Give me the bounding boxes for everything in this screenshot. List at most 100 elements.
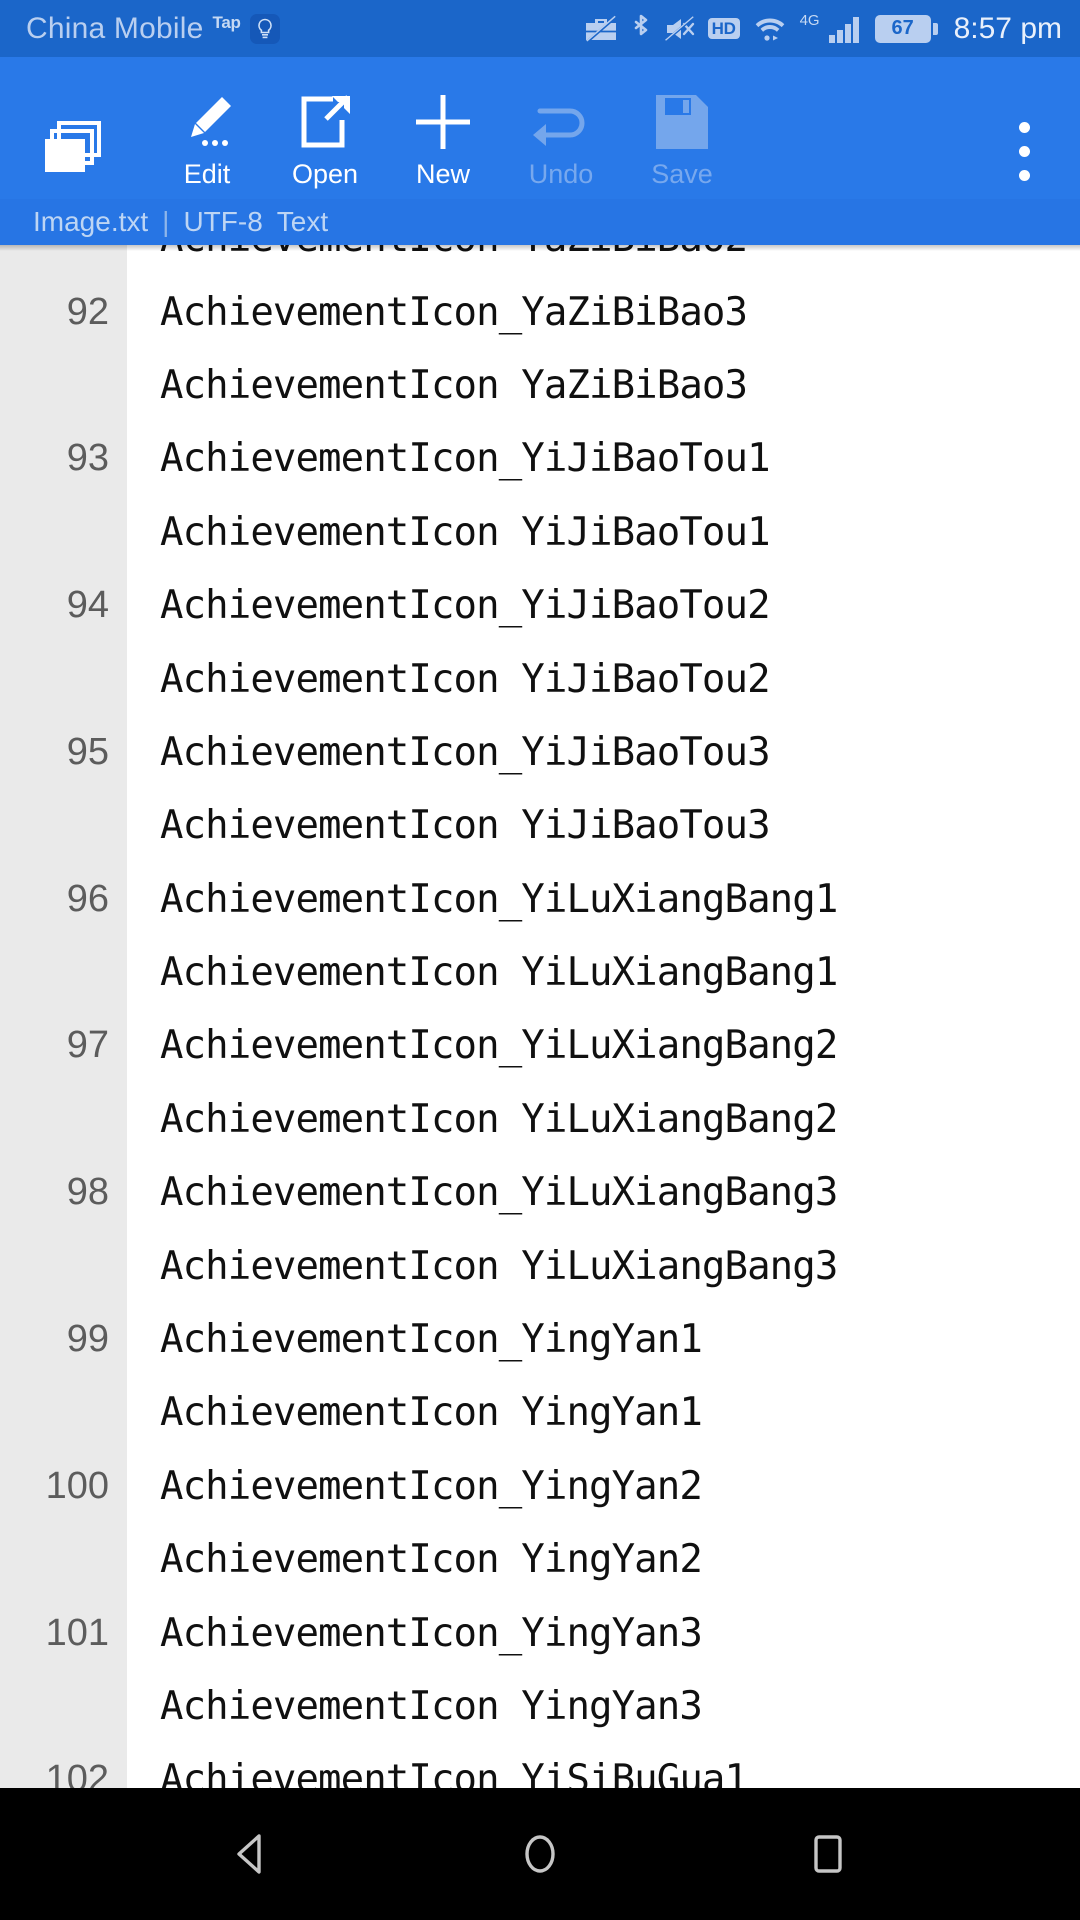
save-button[interactable]: Save <box>620 57 744 199</box>
line-number: 97 <box>66 1024 109 1067</box>
line-number: 100 <box>45 1464 109 1507</box>
new-button[interactable]: New <box>384 57 502 199</box>
work-profile-off-icon <box>583 13 619 45</box>
editor-line[interactable]: AchievementIcon YiJiBaoTou3 <box>0 789 1080 862</box>
editor-line[interactable]: 99 AchievementIcon_YingYan1 <box>0 1303 1080 1376</box>
editor-line[interactable]: 100 AchievementIcon_YingYan2 <box>0 1450 1080 1523</box>
hd-icon: HD <box>707 17 740 40</box>
line-text: AchievementIcon_YingYan1 <box>160 1317 703 1363</box>
text-editor-area[interactable]: AchievementIcon YaZiBiBao292AchievementI… <box>0 245 1080 1788</box>
editor-line[interactable]: 95 AchievementIcon_YiJiBaoTou3 <box>0 716 1080 789</box>
line-text: AchievementIcon YiLuXiangBang3 <box>160 1243 838 1289</box>
undo-arrow-icon <box>530 85 592 159</box>
line-text: AchievementIcon_YiJiBaoTou1 <box>160 436 771 482</box>
stacked-pages-icon <box>43 112 105 186</box>
app-toolbar: Edit Open New Undo Save <box>0 57 1080 199</box>
editor-line[interactable]: AchievementIcon YingYan2 <box>0 1523 1080 1596</box>
status-bar: China Mobile Tap HD 4G 67 8:57 pm <box>0 0 1080 57</box>
editor-rows: AchievementIcon YaZiBiBao292AchievementI… <box>0 245 1080 1788</box>
status-bar-right: HD 4G 67 8:57 pm <box>583 12 1062 46</box>
line-text: AchievementIcon_YiLuXiangBang3 <box>160 1170 838 1216</box>
battery-percent-label: 67 <box>877 17 928 40</box>
editor-line[interactable]: 96 AchievementIcon_YiLuXiangBang1 <box>0 863 1080 936</box>
line-number: 98 <box>66 1171 109 1214</box>
line-number: 102 <box>45 1758 109 1788</box>
line-number: 95 <box>66 730 109 773</box>
status-bar-left: China Mobile Tap <box>26 12 280 46</box>
network-type-label: 4G <box>799 12 820 29</box>
recents-square-icon[interactable] <box>780 1806 876 1902</box>
volume-mute-icon <box>663 13 697 45</box>
wifi-icon <box>751 13 789 45</box>
line-text: AchievementIcon YiJiBaoTou3 <box>160 803 771 849</box>
line-text: AchievementIcon_YaZiBiBao3 <box>160 289 748 335</box>
open-external-icon <box>296 85 354 159</box>
editor-line[interactable]: 101 AchievementIcon_YingYan3 <box>0 1596 1080 1669</box>
filetype-label: Text <box>276 206 329 237</box>
line-text: AchievementIcon_YiLuXiangBang1 <box>160 876 838 922</box>
line-number: 92 <box>66 290 109 333</box>
line-text: AchievementIcon_YiLuXiangBang2 <box>160 1023 838 1069</box>
editor-line[interactable]: AchievementIcon YiLuXiangBang1 <box>0 936 1080 1009</box>
editor-line[interactable]: 102 AchievementIcon_YiSiBuGua1 <box>0 1743 1080 1788</box>
line-text: AchievementIcon_YingYan2 <box>160 1463 703 1509</box>
phone-screen: China Mobile Tap HD 4G 67 8:57 pm Edit O… <box>0 0 1080 1920</box>
line-number: 96 <box>66 877 109 920</box>
encoding-label: UTF-8 <box>183 206 263 237</box>
line-text: AchievementIcon_YiJiBaoTou2 <box>160 583 771 629</box>
home-circle-icon[interactable] <box>492 1806 588 1902</box>
edit-button[interactable]: Edit <box>148 57 266 199</box>
editor-line[interactable]: AchievementIcon YingYan1 <box>0 1376 1080 1449</box>
line-number: 99 <box>66 1318 109 1361</box>
bluetooth-icon <box>630 13 652 45</box>
editor-line[interactable]: 92 AchievementIcon_YaZiBiBao3 <box>0 275 1080 348</box>
save-label: Save <box>651 159 713 189</box>
lightbulb-icon <box>249 13 280 44</box>
editor-line[interactable]: AchievementIcon YiLuXiangBang3 <box>0 1229 1080 1302</box>
line-number: 101 <box>45 1611 109 1654</box>
undo-label: Undo <box>528 159 594 189</box>
pencil-icon <box>178 85 236 159</box>
editor-line[interactable]: AchievementIcon YiLuXiangBang2 <box>0 1083 1080 1156</box>
new-label: New <box>415 159 470 189</box>
line-text: AchievementIcon YaZiBiBao3 <box>160 362 748 408</box>
open-label: Open <box>291 159 359 189</box>
editor-line[interactable]: 93 AchievementIcon_YiJiBaoTou1 <box>0 422 1080 495</box>
undo-button[interactable]: Undo <box>502 57 620 199</box>
android-nav-bar <box>0 1788 1080 1920</box>
line-text: AchievementIcon YingYan3 <box>160 1684 703 1729</box>
line-text: AchievementIcon_YiJiBaoTou3 <box>160 729 771 775</box>
line-number: 94 <box>66 584 109 627</box>
editor-top-shadow <box>0 245 1080 251</box>
plus-icon <box>412 85 474 159</box>
line-text: AchievementIcon_YiSiBuGua1 <box>160 1757 748 1788</box>
line-text: AchievementIcon YingYan2 <box>160 1537 703 1583</box>
open-button[interactable]: Open <box>266 57 384 199</box>
line-text: AchievementIcon YingYan1 <box>160 1390 703 1436</box>
editor-line[interactable]: AchievementIcon YaZiBiBao3 <box>0 349 1080 422</box>
info-separator: | <box>162 206 170 237</box>
signal-bars-icon <box>828 13 864 45</box>
edit-label: Edit <box>183 159 231 189</box>
line-text: AchievementIcon YiJiBaoTou1 <box>160 509 771 555</box>
line-text: AchievementIcon YiLuXiangBang1 <box>160 950 838 996</box>
line-text: AchievementIcon YiJiBaoTou2 <box>160 656 771 702</box>
editor-line[interactable]: 94 AchievementIcon_YiJiBaoTou2 <box>0 569 1080 642</box>
editor-line[interactable]: AchievementIcon YiJiBaoTou1 <box>0 496 1080 569</box>
editor-line[interactable]: 98 AchievementIcon_YiLuXiangBang3 <box>0 1156 1080 1229</box>
back-triangle-icon[interactable] <box>204 1806 300 1902</box>
carrier-label: China Mobile <box>26 11 204 45</box>
filename-label: Image.txt <box>33 206 149 237</box>
line-text: AchievementIcon_YingYan3 <box>160 1610 703 1656</box>
file-info-bar: Image.txt | UTF-8 Text <box>0 199 1080 245</box>
copies-button[interactable] <box>0 57 148 199</box>
editor-line[interactable]: 97 AchievementIcon_YiLuXiangBang2 <box>0 1009 1080 1082</box>
battery-icon: 67 <box>874 14 938 43</box>
editor-line[interactable]: AchievementIcon YingYan3 <box>0 1670 1080 1743</box>
line-text: AchievementIcon YiLuXiangBang2 <box>160 1096 838 1142</box>
carrier-tap-badge: Tap <box>212 12 241 32</box>
more-options-icon <box>1018 114 1030 188</box>
floppy-disk-icon <box>654 85 710 159</box>
overflow-menu-button[interactable] <box>968 57 1080 199</box>
editor-line[interactable]: AchievementIcon YiJiBaoTou2 <box>0 642 1080 715</box>
